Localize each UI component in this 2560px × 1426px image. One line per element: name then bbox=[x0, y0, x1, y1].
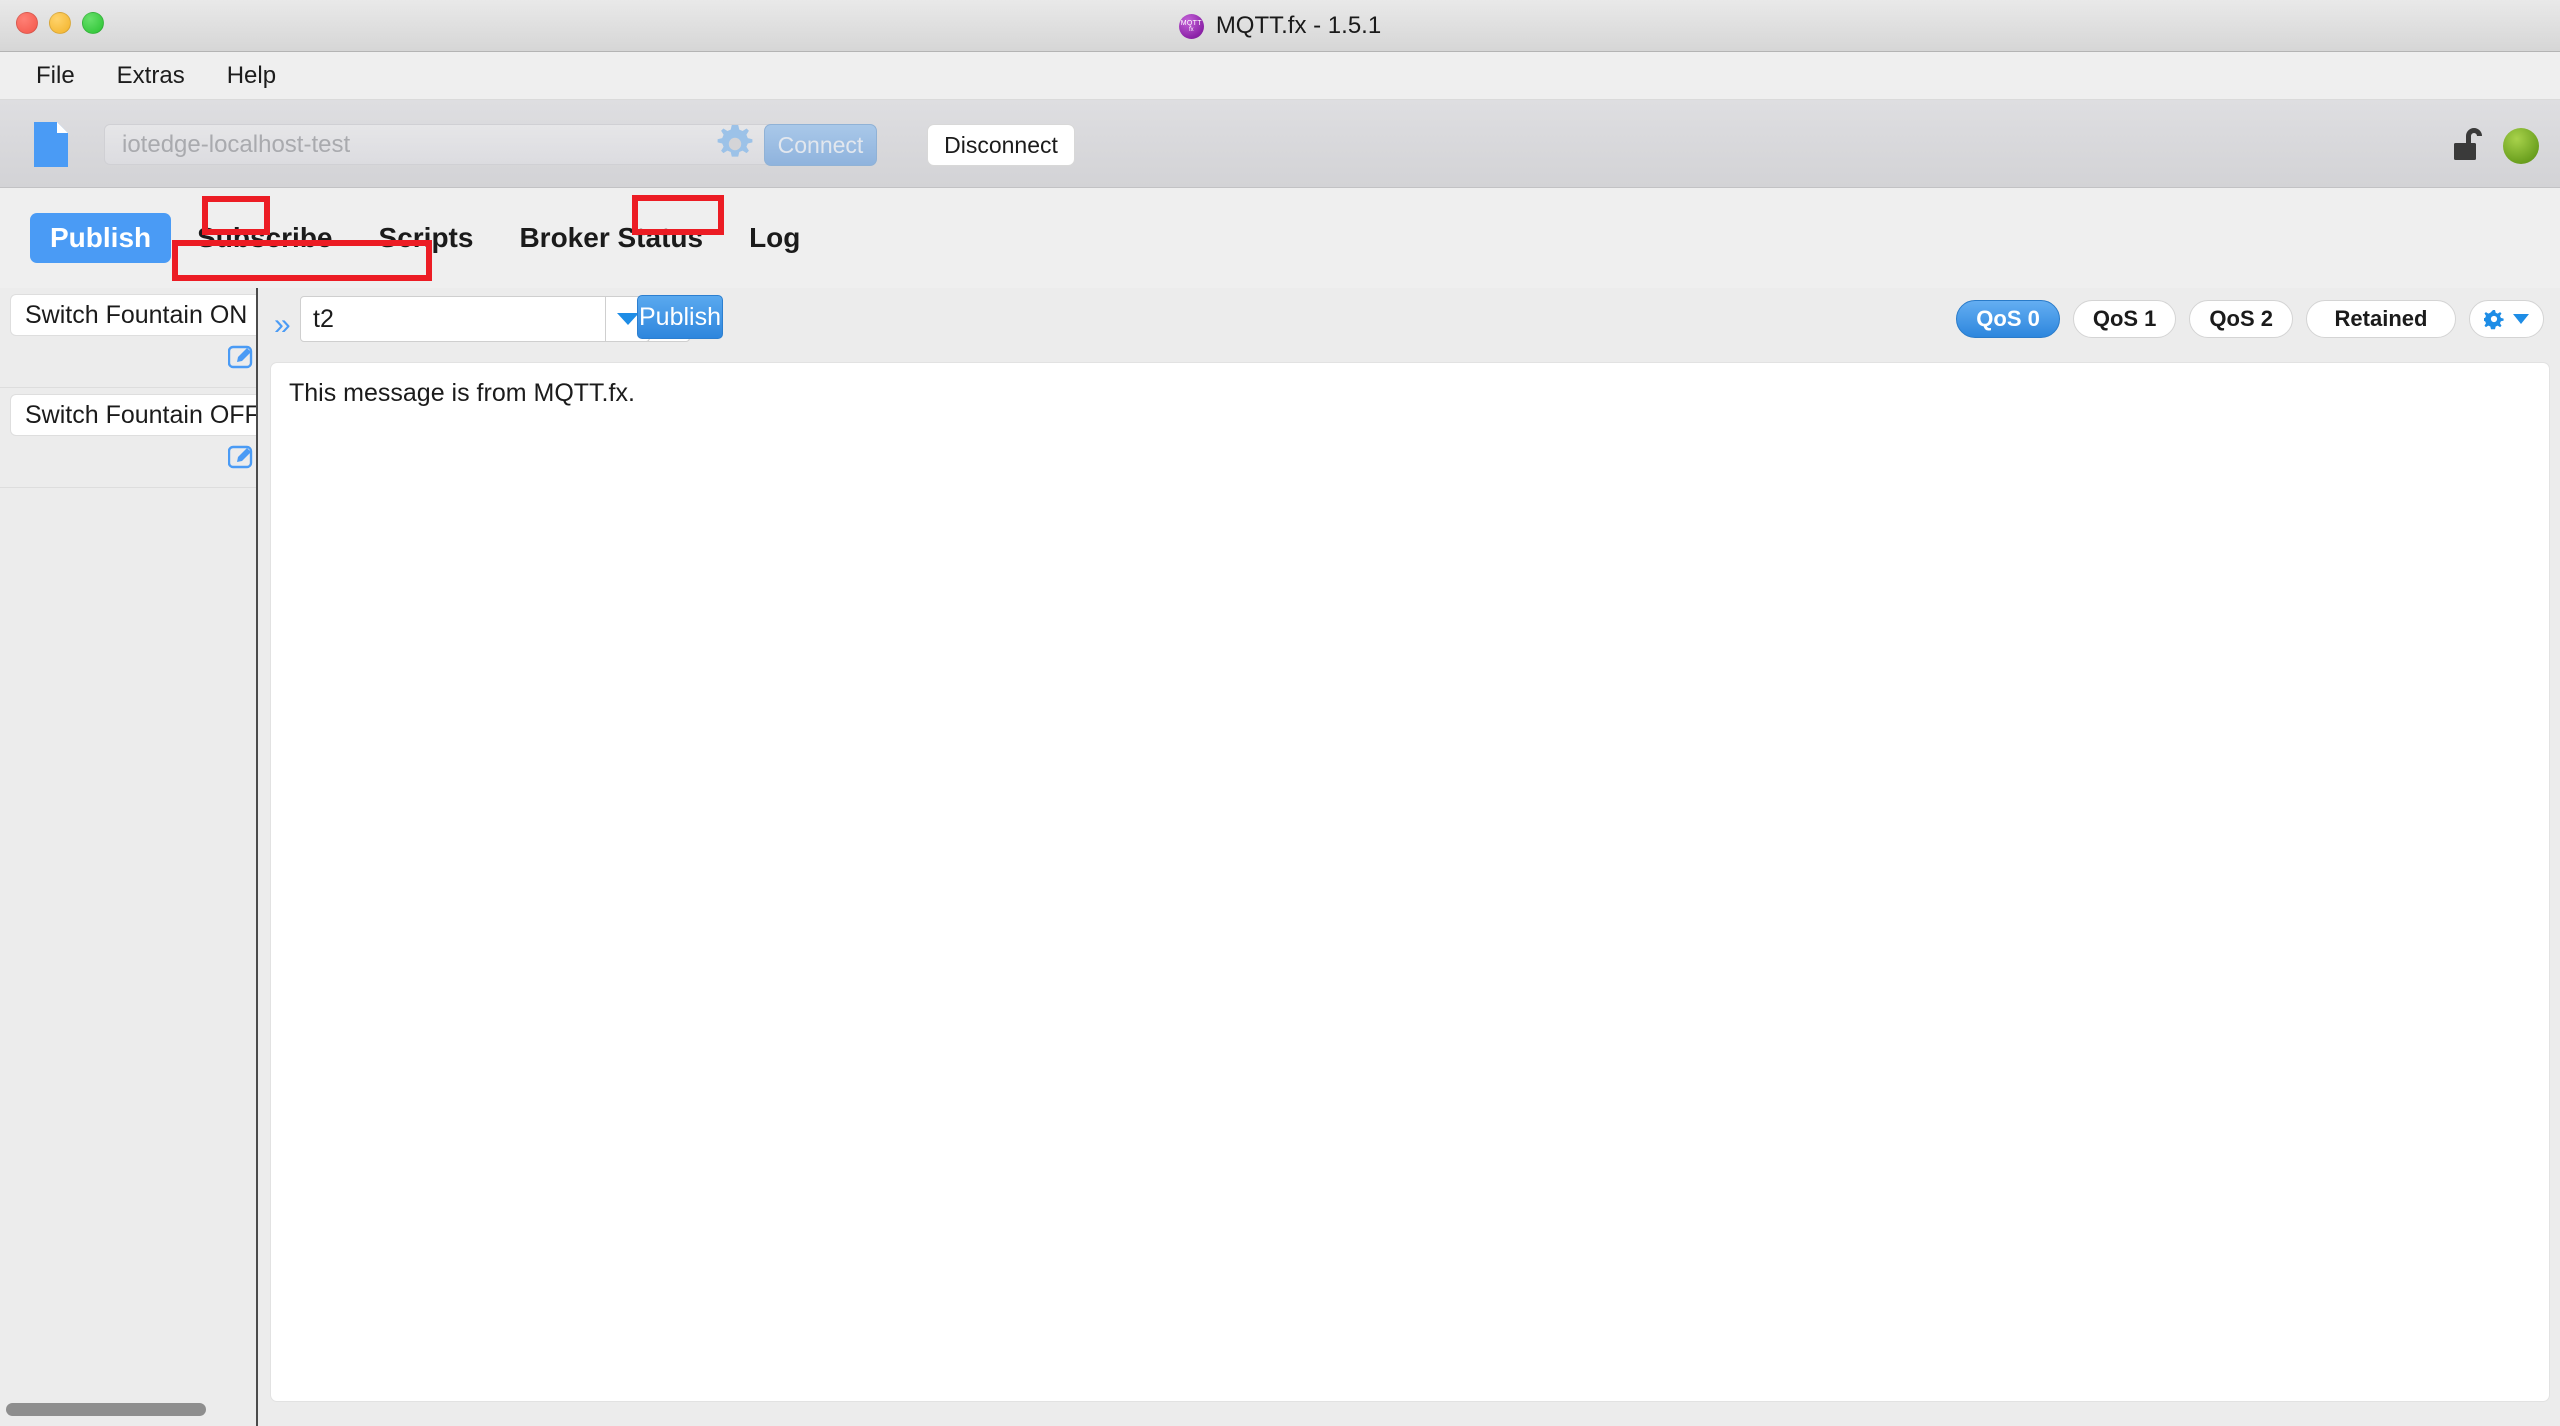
tab-scripts[interactable]: Scripts bbox=[359, 213, 494, 263]
mqttfx-logo-icon: MQTT fx bbox=[1178, 13, 1204, 39]
publish-options-group: QoS 0 QoS 1 QoS 2 Retained bbox=[1956, 300, 2544, 338]
mqttfx-window: MQTT fx MQTT.fx - 1.5.1 File Extras Help… bbox=[0, 0, 2560, 1426]
logo-line-2: fx bbox=[1188, 26, 1194, 33]
file-icon[interactable] bbox=[34, 122, 68, 167]
menu-item-file[interactable]: File bbox=[22, 59, 89, 93]
logo-line-1: MQTT bbox=[1180, 19, 1202, 27]
title-bar: MQTT fx MQTT.fx - 1.5.1 bbox=[0, 0, 2560, 52]
connection-toolbar: iotedge-localhost-test Connect Disconnec… bbox=[0, 100, 2560, 188]
publish-button[interactable]: Publish bbox=[637, 295, 723, 339]
disconnect-button[interactable]: Disconnect bbox=[927, 124, 1075, 166]
list-item[interactable]: Switch Fountain ON bbox=[0, 288, 256, 388]
chevron-down-icon bbox=[616, 313, 639, 325]
sidebar-item-label: Switch Fountain OFF bbox=[10, 394, 256, 436]
broker-profile-value: iotedge-localhost-test bbox=[122, 130, 351, 158]
publish-settings-button[interactable] bbox=[2469, 300, 2544, 338]
gears-icon bbox=[2482, 308, 2508, 330]
publish-pane: » Publish QoS 0 QoS 1 QoS 2 Retained bbox=[260, 288, 2560, 1426]
tab-publish[interactable]: Publish bbox=[30, 213, 172, 263]
unlocked-padlock-icon bbox=[2452, 124, 2488, 164]
list-item[interactable]: Switch Fountain OFF bbox=[0, 388, 256, 488]
gear-icon[interactable] bbox=[716, 125, 754, 163]
edit-pencil-icon[interactable] bbox=[227, 344, 256, 370]
retained-button[interactable]: Retained bbox=[2306, 300, 2456, 338]
sidebar-item-label: Switch Fountain ON bbox=[10, 294, 256, 336]
menu-item-extras[interactable]: Extras bbox=[103, 59, 199, 93]
window-title-group: MQTT fx MQTT.fx - 1.5.1 bbox=[0, 0, 2560, 52]
sidebar-horizontal-scrollbar[interactable] bbox=[6, 1403, 206, 1416]
window-title: MQTT.fx - 1.5.1 bbox=[1215, 12, 1382, 39]
qos-2-button[interactable]: QoS 2 bbox=[2189, 300, 2293, 338]
message-payload-editor[interactable]: This message is from MQTT.fx. bbox=[270, 362, 2550, 1402]
caret-down-icon bbox=[2513, 314, 2529, 324]
edit-pencil-icon[interactable] bbox=[227, 444, 256, 470]
double-chevron-right-icon[interactable]: » bbox=[274, 310, 291, 340]
tab-subscribe[interactable]: Subscribe bbox=[177, 213, 352, 263]
topic-input[interactable] bbox=[301, 297, 644, 341]
connect-button[interactable]: Connect bbox=[764, 124, 877, 166]
connection-status-indicator bbox=[2503, 128, 2539, 164]
menu-item-help[interactable]: Help bbox=[213, 59, 290, 93]
tab-log[interactable]: Log bbox=[729, 213, 820, 263]
saved-publish-sidebar: Switch Fountain ON Switch Fountain OFF bbox=[0, 288, 258, 1426]
broker-profile-select[interactable]: iotedge-localhost-test bbox=[104, 124, 810, 165]
tab-broker-status[interactable]: Broker Status bbox=[499, 213, 723, 263]
main-tab-bar: Publish Subscribe Scripts Broker Status … bbox=[0, 188, 2560, 288]
qos-0-button[interactable]: QoS 0 bbox=[1956, 300, 2060, 338]
qos-1-button[interactable]: QoS 1 bbox=[2072, 300, 2177, 338]
publish-toolbar: » Publish QoS 0 QoS 1 QoS 2 Retained bbox=[260, 288, 2560, 362]
menu-bar: File Extras Help bbox=[0, 52, 2560, 100]
